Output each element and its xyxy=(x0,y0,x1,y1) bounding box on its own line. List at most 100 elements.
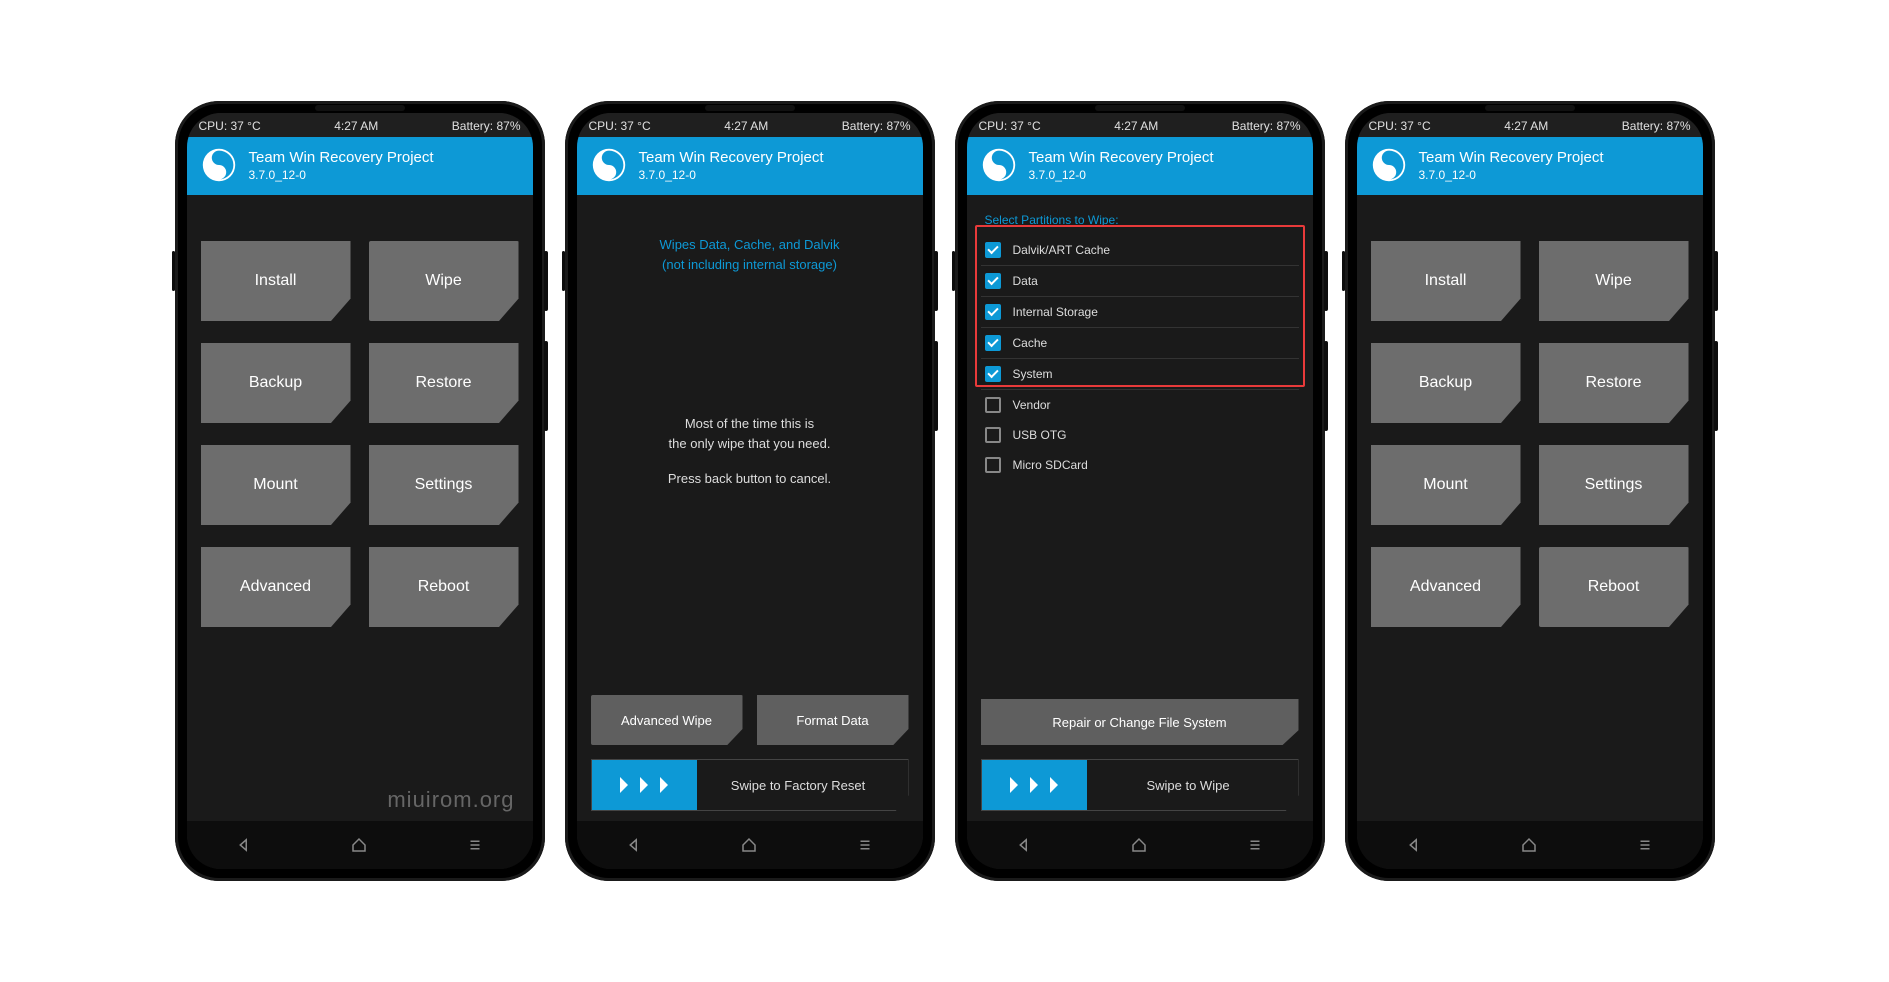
status-time: 4:27 AM xyxy=(334,119,378,133)
header: Team Win Recovery Project 3.7.0_12-0 xyxy=(967,137,1313,195)
twrp-logo-icon xyxy=(981,147,1017,183)
checkbox-icon[interactable] xyxy=(985,335,1001,351)
advanced-button[interactable]: Advanced xyxy=(201,547,351,627)
navbar xyxy=(1357,821,1703,869)
twrp-logo-icon xyxy=(591,147,627,183)
partition-row[interactable]: Internal Storage xyxy=(981,297,1299,328)
status-battery: Battery: 87% xyxy=(1232,119,1301,133)
nav-back-icon[interactable] xyxy=(1384,836,1444,854)
nav-home-icon[interactable] xyxy=(329,836,389,854)
status-time: 4:27 AM xyxy=(724,119,768,133)
header-version: 3.7.0_12-0 xyxy=(249,168,434,182)
twrp-logo-icon xyxy=(201,147,237,183)
partition-row[interactable]: Vendor xyxy=(981,390,1299,420)
partition-label: Cache xyxy=(1013,336,1048,350)
status-cpu: CPU: 37 °C xyxy=(589,119,651,133)
partition-row[interactable]: USB OTG xyxy=(981,420,1299,450)
wipe-button[interactable]: Wipe xyxy=(369,241,519,321)
status-battery: Battery: 87% xyxy=(842,119,911,133)
partition-row[interactable]: Dalvik/ART Cache xyxy=(981,235,1299,266)
phone-frame-4: CPU: 37 °C 4:27 AM Battery: 87% Team Win… xyxy=(1345,101,1715,881)
settings-button[interactable]: Settings xyxy=(369,445,519,525)
statusbar: CPU: 37 °C 4:27 AM Battery: 87% xyxy=(187,113,533,137)
restore-button[interactable]: Restore xyxy=(369,343,519,423)
status-cpu: CPU: 37 °C xyxy=(1369,119,1431,133)
status-time: 4:27 AM xyxy=(1114,119,1158,133)
checkbox-icon[interactable] xyxy=(985,304,1001,320)
backup-button[interactable]: Backup xyxy=(1371,343,1521,423)
partition-label: USB OTG xyxy=(1013,428,1067,442)
advanced-button[interactable]: Advanced xyxy=(1371,547,1521,627)
partitions-label: Select Partitions to Wipe: xyxy=(981,205,1299,235)
phone-frame-1: CPU: 37 °C 4:27 AM Battery: 87% Team Win… xyxy=(175,101,545,881)
status-battery: Battery: 87% xyxy=(452,119,521,133)
reboot-button[interactable]: Reboot xyxy=(369,547,519,627)
nav-menu-icon[interactable] xyxy=(835,836,895,854)
swipe-label: Swipe to Wipe xyxy=(1087,778,1298,793)
settings-button[interactable]: Settings xyxy=(1539,445,1689,525)
swipe-handle-icon[interactable] xyxy=(592,760,697,810)
format-data-button[interactable]: Format Data xyxy=(757,695,909,745)
header: Team Win Recovery Project 3.7.0_12-0 xyxy=(1357,137,1703,195)
header-title: Team Win Recovery Project xyxy=(249,149,434,166)
nav-menu-icon[interactable] xyxy=(1615,836,1675,854)
wipe-hint: Most of the time this is the only wipe t… xyxy=(591,414,909,489)
mount-button[interactable]: Mount xyxy=(201,445,351,525)
partition-row[interactable]: Cache xyxy=(981,328,1299,359)
status-battery: Battery: 87% xyxy=(1622,119,1691,133)
partition-label: Internal Storage xyxy=(1013,305,1098,319)
partition-label: Data xyxy=(1013,274,1038,288)
statusbar: CPU: 37 °C 4:27 AM Battery: 87% xyxy=(577,113,923,137)
checkbox-icon[interactable] xyxy=(985,242,1001,258)
partition-label: System xyxy=(1013,367,1053,381)
nav-back-icon[interactable] xyxy=(994,836,1054,854)
statusbar: CPU: 37 °C 4:27 AM Battery: 87% xyxy=(967,113,1313,137)
partition-list: Dalvik/ART Cache Data Internal Storage Cach… xyxy=(981,235,1299,480)
checkbox-icon[interactable] xyxy=(985,397,1001,413)
header-title: Team Win Recovery Project xyxy=(1419,149,1604,166)
nav-home-icon[interactable] xyxy=(1499,836,1559,854)
header: Team Win Recovery Project 3.7.0_12-0 xyxy=(187,137,533,195)
partition-row[interactable]: Micro SDCard xyxy=(981,450,1299,480)
header-version: 3.7.0_12-0 xyxy=(639,168,824,182)
watermark: miuirom.org xyxy=(387,787,514,813)
status-cpu: CPU: 37 °C xyxy=(199,119,261,133)
restore-button[interactable]: Restore xyxy=(1539,343,1689,423)
mount-button[interactable]: Mount xyxy=(1371,445,1521,525)
nav-back-icon[interactable] xyxy=(604,836,664,854)
nav-menu-icon[interactable] xyxy=(445,836,505,854)
phone-frame-2: CPU: 37 °C 4:27 AM Battery: 87% Team Win… xyxy=(565,101,935,881)
partition-row[interactable]: Data xyxy=(981,266,1299,297)
advanced-wipe-button[interactable]: Advanced Wipe xyxy=(591,695,743,745)
header-version: 3.7.0_12-0 xyxy=(1419,168,1604,182)
install-button[interactable]: Install xyxy=(1371,241,1521,321)
swipe-handle-icon[interactable] xyxy=(982,760,1087,810)
phone-frame-3: CPU: 37 °C 4:27 AM Battery: 87% Team Win… xyxy=(955,101,1325,881)
partition-label: Vendor xyxy=(1013,398,1051,412)
swipe-slider[interactable]: Swipe to Wipe xyxy=(981,759,1299,811)
nav-home-icon[interactable] xyxy=(719,836,779,854)
status-cpu: CPU: 37 °C xyxy=(979,119,1041,133)
install-button[interactable]: Install xyxy=(201,241,351,321)
partition-label: Micro SDCard xyxy=(1013,458,1088,472)
header-title: Team Win Recovery Project xyxy=(1029,149,1214,166)
nav-menu-icon[interactable] xyxy=(1225,836,1285,854)
repair-fs-button[interactable]: Repair or Change File System xyxy=(981,699,1299,745)
navbar xyxy=(577,821,923,869)
reboot-button[interactable]: Reboot xyxy=(1539,547,1689,627)
twrp-logo-icon xyxy=(1371,147,1407,183)
nav-back-icon[interactable] xyxy=(214,836,274,854)
partition-row[interactable]: System xyxy=(981,359,1299,390)
swipe-slider[interactable]: Swipe to Factory Reset xyxy=(591,759,909,811)
header-title: Team Win Recovery Project xyxy=(639,149,824,166)
backup-button[interactable]: Backup xyxy=(201,343,351,423)
checkbox-icon[interactable] xyxy=(985,366,1001,382)
wipe-button[interactable]: Wipe xyxy=(1539,241,1689,321)
nav-home-icon[interactable] xyxy=(1109,836,1169,854)
checkbox-icon[interactable] xyxy=(985,427,1001,443)
wipe-description: Wipes Data, Cache, and Dalvik (not inclu… xyxy=(591,235,909,274)
header: Team Win Recovery Project 3.7.0_12-0 xyxy=(577,137,923,195)
checkbox-icon[interactable] xyxy=(985,273,1001,289)
partition-label: Dalvik/ART Cache xyxy=(1013,243,1111,257)
checkbox-icon[interactable] xyxy=(985,457,1001,473)
